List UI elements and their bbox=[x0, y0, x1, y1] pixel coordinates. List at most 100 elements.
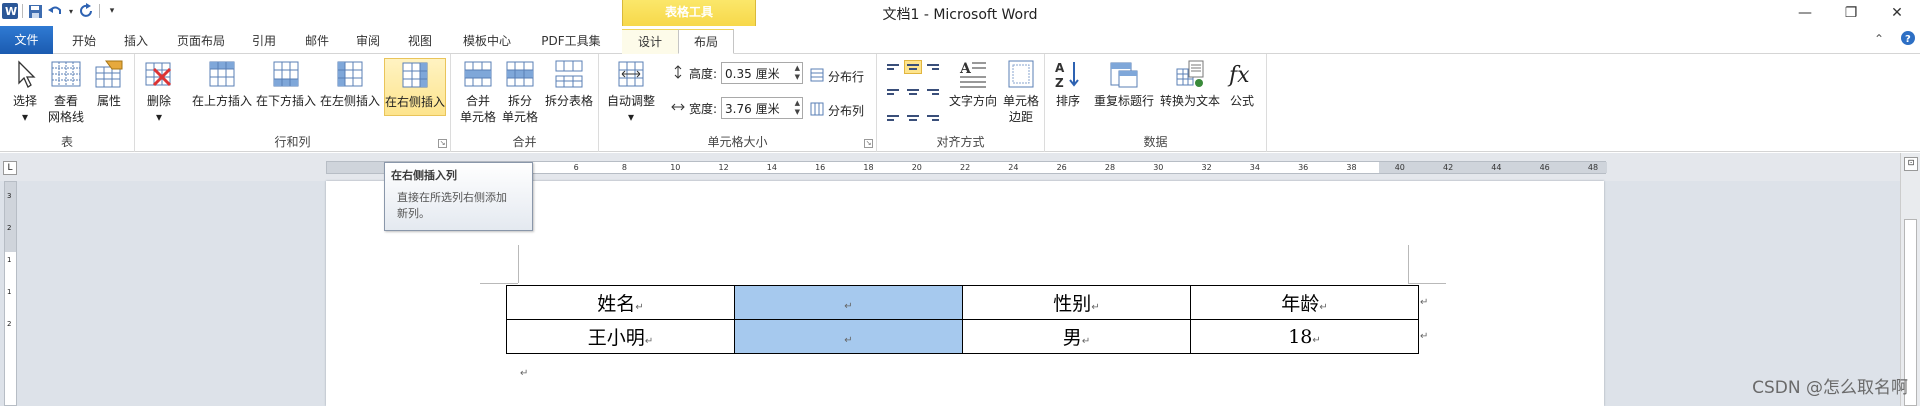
vertical-ruler[interactable]: 3 2 1 1 2 bbox=[4, 181, 17, 406]
table-cell[interactable]: 18↵ bbox=[1190, 319, 1419, 354]
align-bottom-center-icon[interactable] bbox=[904, 111, 922, 125]
spinner-arrows-icon[interactable]: ▲ ▼ bbox=[795, 99, 800, 117]
formula-button[interactable]: fx 公式 bbox=[1225, 58, 1259, 109]
insert-column-right-icon bbox=[399, 59, 431, 91]
document-table[interactable]: 姓名↵ ↵ 性别↵ 年龄↵ 王小明↵ ↵ 男↵ 18↵ bbox=[506, 285, 1419, 354]
delete-button[interactable]: 删除 ▾ bbox=[143, 58, 175, 125]
ruler-number: 3 bbox=[7, 192, 12, 200]
close-button[interactable]: ✕ bbox=[1874, 0, 1920, 26]
column-width-input[interactable]: 3.76 厘米 ▲ ▼ bbox=[721, 97, 804, 119]
tab-stop-selector-icon[interactable]: L bbox=[3, 161, 17, 175]
split-cells-button[interactable]: 拆分 单元格 bbox=[501, 58, 539, 125]
repeat-header-rows-button[interactable]: 重复标题行 bbox=[1093, 58, 1155, 109]
insert-below-button[interactable]: 在下方插入 bbox=[255, 58, 317, 109]
ribbon: 选择 ▾ 查看 网格线 属性 表 删除 ▾ 在上方插入 在下方插入 在左侧插入 … bbox=[0, 54, 1920, 152]
table-cell-selected[interactable]: ↵ bbox=[734, 285, 963, 320]
group-rows-columns: 删除 ▾ 在上方插入 在下方插入 在左侧插入 在右侧插入 行和列 ↘ bbox=[135, 54, 451, 152]
table-cell[interactable]: 年龄↵ bbox=[1190, 285, 1419, 320]
ruler-number: 26 bbox=[1056, 163, 1067, 172]
split-table-button[interactable]: 拆分表格 bbox=[543, 58, 595, 109]
tab-mailings[interactable]: 邮件 bbox=[295, 29, 339, 54]
distribute-columns-button[interactable]: 分布列 bbox=[810, 102, 864, 119]
properties-button[interactable]: 属性 bbox=[92, 58, 126, 109]
tab-view[interactable]: 视图 bbox=[398, 29, 442, 54]
table-cell[interactable]: 王小明↵ bbox=[506, 319, 735, 354]
align-middle-left-icon[interactable] bbox=[884, 85, 902, 99]
divider bbox=[22, 4, 23, 18]
table-cell[interactable]: 姓名↵ bbox=[506, 285, 735, 320]
align-top-left-icon[interactable] bbox=[884, 60, 902, 74]
ruler-number: 1 bbox=[7, 288, 12, 296]
sort-button[interactable]: AZ 排序 bbox=[1053, 58, 1083, 109]
restore-button[interactable]: ❐ bbox=[1828, 0, 1874, 26]
tab-review[interactable]: 审阅 bbox=[346, 29, 390, 54]
undo-dropdown-icon[interactable]: ▾ bbox=[67, 3, 75, 19]
text-direction-button[interactable]: A 文字方向 bbox=[948, 58, 998, 109]
tab-design[interactable]: 设计 bbox=[622, 29, 678, 54]
watermark-text: CSDN @怎么取名啊 bbox=[1752, 378, 1908, 398]
select-button[interactable]: 选择 ▾ bbox=[8, 58, 42, 125]
ruler-number: 1 bbox=[7, 256, 12, 264]
align-bottom-left-icon[interactable] bbox=[884, 111, 902, 125]
tab-home[interactable]: 开始 bbox=[62, 29, 106, 54]
minimize-button[interactable]: — bbox=[1782, 0, 1828, 26]
convert-to-text-button[interactable]: 转换为文本 bbox=[1159, 58, 1221, 109]
tab-insert[interactable]: 插入 bbox=[114, 29, 158, 54]
redo-icon[interactable] bbox=[79, 3, 95, 19]
vertical-scrollbar[interactable]: ⊡ bbox=[1900, 153, 1920, 406]
sort-az-icon: AZ bbox=[1052, 58, 1084, 90]
ribbon-tab-row: 文件 开始 插入 页面布局 引用 邮件 审阅 视图 模板中心 PDF工具集 设计… bbox=[0, 26, 1920, 54]
end-of-row-mark: ↵ bbox=[1420, 297, 1429, 308]
align-middle-right-icon[interactable] bbox=[924, 85, 942, 99]
merge-cells-button[interactable]: 合并 单元格 bbox=[459, 58, 497, 125]
table-cell[interactable]: 性别↵ bbox=[962, 285, 1191, 320]
ruler-toggle-icon[interactable]: ⊡ bbox=[1904, 157, 1918, 171]
repeat-header-icon bbox=[1108, 58, 1140, 90]
cell-size-launcher-icon[interactable]: ↘ bbox=[864, 139, 873, 148]
table-cell[interactable]: 男↵ bbox=[962, 319, 1191, 354]
collapse-ribbon-icon[interactable]: ⌃ bbox=[1874, 32, 1884, 46]
svg-text:fx: fx bbox=[1227, 63, 1250, 88]
customize-toolbar-icon[interactable]: ▾ bbox=[104, 3, 120, 19]
group-label-rows-columns: 行和列 bbox=[274, 135, 311, 149]
insert-above-button[interactable]: 在上方插入 bbox=[191, 58, 253, 109]
group-alignment: A 文字方向 单元格 边距 对齐方式 bbox=[877, 54, 1045, 152]
group-data: AZ 排序 重复标题行 转换为文本 fx 公式 数据 bbox=[1045, 54, 1267, 152]
tab-template-center[interactable]: 模板中心 bbox=[452, 29, 522, 54]
distribute-rows-button[interactable]: 分布行 bbox=[810, 68, 864, 85]
insert-left-button[interactable]: 在左侧插入 bbox=[319, 58, 381, 109]
align-middle-center-icon[interactable] bbox=[904, 85, 922, 99]
cell-margins-button[interactable]: 单元格 边距 bbox=[1001, 58, 1041, 125]
undo-icon[interactable] bbox=[47, 3, 63, 19]
ruler-number: 42 bbox=[1443, 163, 1454, 172]
insert-right-button[interactable]: 在右侧插入 bbox=[384, 58, 446, 116]
save-icon[interactable] bbox=[27, 3, 43, 19]
table-tools-context-label: 表格工具 bbox=[622, 0, 756, 26]
group-cell-size: 自动调整 ▾ 高度: 0.35 厘米 ▲ ▼ 宽度: 3.76 厘米 ▲ ▼ 分… bbox=[599, 54, 877, 152]
tab-file[interactable]: 文件 bbox=[0, 26, 53, 54]
align-top-right-icon[interactable] bbox=[924, 60, 942, 74]
table-cell-selected[interactable]: ↵ bbox=[734, 319, 963, 354]
title-bar: W ▾ ▾ 表格工具 文档1 - Microsoft Word — ❐ ✕ bbox=[0, 0, 1920, 26]
tab-references[interactable]: 引用 bbox=[242, 29, 286, 54]
tab-layout[interactable]: 布局 bbox=[678, 29, 734, 54]
help-icon[interactable]: ? bbox=[1900, 30, 1916, 49]
cell-margins-icon bbox=[1005, 58, 1037, 90]
tab-page-layout[interactable]: 页面布局 bbox=[168, 29, 234, 54]
ruler-number: 30 bbox=[1153, 163, 1164, 172]
spinner-arrows-icon[interactable]: ▲ ▼ bbox=[795, 64, 800, 82]
formula-fx-icon: fx bbox=[1226, 58, 1258, 90]
align-top-center-icon[interactable] bbox=[904, 60, 922, 74]
view-gridlines-button[interactable]: 查看 网格线 bbox=[46, 58, 86, 125]
table-row: 姓名↵ ↵ 性别↵ 年龄↵ bbox=[506, 285, 1419, 320]
column-width-icon bbox=[671, 100, 685, 117]
rows-columns-launcher-icon[interactable]: ↘ bbox=[438, 139, 447, 148]
autofit-button[interactable]: 自动调整 ▾ bbox=[605, 58, 657, 125]
align-bottom-right-icon[interactable] bbox=[924, 111, 942, 125]
ruler-number: 24 bbox=[1008, 163, 1019, 172]
ruler-number: 44 bbox=[1491, 163, 1502, 172]
ruler-number: 46 bbox=[1539, 163, 1550, 172]
row-height-input[interactable]: 0.35 厘米 ▲ ▼ bbox=[721, 62, 804, 84]
cursor-icon bbox=[9, 58, 41, 90]
tab-pdf-tools[interactable]: PDF工具集 bbox=[530, 29, 612, 54]
